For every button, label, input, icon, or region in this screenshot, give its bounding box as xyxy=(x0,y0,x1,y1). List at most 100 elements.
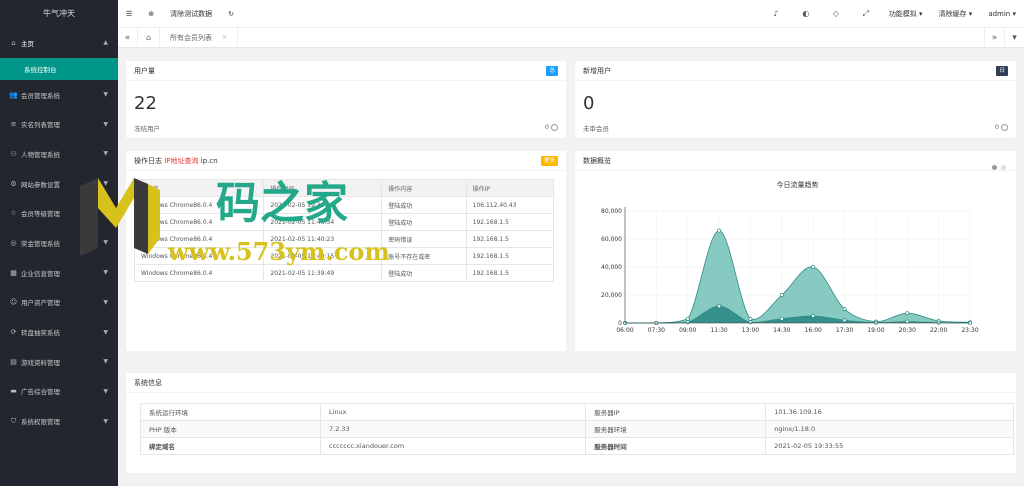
data-point xyxy=(685,320,690,325)
sidebar-item-8[interactable]: ⟳ 转盘抽奖系统 ▼ xyxy=(0,317,118,347)
table-row: PHP 版本 7.2.33 服务器环境 nginx/1.18.0 xyxy=(140,420,1014,438)
tag-icon[interactable]: ◇ xyxy=(821,9,851,18)
dot-active[interactable] xyxy=(991,165,997,170)
home-icon: ⌂ xyxy=(145,33,152,42)
tab-home[interactable]: ⌂ xyxy=(138,27,160,48)
pending-members-value-wrap: 0 xyxy=(995,123,1008,133)
doc-icon: ▤ xyxy=(10,357,17,366)
data-point xyxy=(717,228,722,233)
users-card-header: 用户量 总 xyxy=(126,61,566,81)
more-button[interactable]: 更多 xyxy=(540,156,558,166)
sidebar-item-label: 会员管理系统 xyxy=(21,91,60,100)
card-title: 用户量 xyxy=(134,67,155,75)
x-tick-label: 22:00 xyxy=(930,327,947,334)
watermark-logo: 码之家 www.573ym.com xyxy=(80,178,390,266)
tab-scroll-right-button[interactable]: » xyxy=(984,27,1004,48)
user-count: 22 xyxy=(134,93,157,114)
sidebar-item-7[interactable]: ☺ 用户资产管理 ▼ xyxy=(0,288,118,318)
fullscreen-icon[interactable]: ⤢ xyxy=(851,9,881,19)
data-overview-card: 数据概览 今日流量趋势 0 20,000 40,000 60,000 80,000 06:0… xyxy=(575,151,1016,351)
info-label: 绑定域名 xyxy=(140,437,321,455)
coin-icon: ◎ xyxy=(10,238,17,247)
table-cell: 192.168.1.5 xyxy=(465,247,555,265)
sidebar-item-0[interactable]: 👥 会员管理系统 ▼ xyxy=(0,80,118,110)
chevron-down-icon: ▼ xyxy=(103,91,108,99)
chart-title: 今日流量趋势 xyxy=(777,180,819,189)
x-tick-label: 17:30 xyxy=(836,327,853,334)
theme-icon[interactable]: ◐ xyxy=(791,9,821,18)
data-point xyxy=(905,311,910,316)
sidebar-item-console[interactable]: 系统控制台 xyxy=(0,57,118,80)
caret-down-icon: ▾ xyxy=(968,9,973,18)
info-label: PHP 版本 xyxy=(140,420,321,438)
sysinfo-card-header: 系统信息 xyxy=(126,373,1016,393)
user-icon: ☺ xyxy=(9,298,18,307)
sysinfo-table: 系统运行环境 Linux 服务器IP 101.36.109.16 PHP 版本 7.2.3… xyxy=(140,403,1014,455)
frozen-users-value-wrap: 0 xyxy=(545,123,558,133)
sidebar-item-9[interactable]: ▤ 游戏资料管理 ▼ xyxy=(0,347,118,377)
data-point xyxy=(685,316,690,321)
sidebar-item-1[interactable]: ≡ 实名列表管理 ▼ xyxy=(0,109,118,139)
y-tick-label: 60,000 xyxy=(601,236,622,243)
data-point xyxy=(811,314,816,318)
table-cell: 192.168.1.5 xyxy=(465,213,555,231)
chevron-down-icon: ▼ xyxy=(103,150,108,158)
pending-members-label: 未审会员 xyxy=(583,125,609,133)
table-row: 系统运行环境 Linux 服务器IP 101.36.109.16 xyxy=(140,403,1014,421)
ip-lookup-link[interactable]: IP地址查询 xyxy=(164,157,198,165)
gear-icon: ⚙ xyxy=(10,179,17,188)
globe-icon: ⊕ xyxy=(148,9,155,18)
menu-toggle-button[interactable]: ☰ xyxy=(118,0,140,28)
sidebar-item-10[interactable]: ▬ 广告综合管理 ▼ xyxy=(0,377,118,407)
tab-member-list[interactable]: 所有会员列表 ✕ xyxy=(160,27,239,48)
table-row: 绑定域名 ccccccc.xiandouer.com 服务器时间 2021-02-05… xyxy=(140,437,1014,455)
clear-cache-label: 清除缓存 xyxy=(938,9,967,18)
y-tick-label: 40,000 xyxy=(601,264,622,271)
log-column-header: 操作IP xyxy=(465,179,555,197)
card-title: 操作日志 xyxy=(134,157,162,165)
tab-scroll-left-button[interactable]: « xyxy=(118,27,138,48)
info-label: 系统运行环境 xyxy=(140,403,321,421)
pending-members-value: 0 xyxy=(994,123,999,131)
card-title: 新增用户 xyxy=(583,67,611,75)
sidebar-item-label: 实名列表管理 xyxy=(21,121,60,130)
sidebar-item-label: 人物管理系统 xyxy=(21,150,60,159)
info-value: Linux xyxy=(319,403,587,421)
chevron-down-icon: ▼ xyxy=(103,358,108,366)
clear-cache-dropdown[interactable]: 清除缓存 ▾ xyxy=(931,0,981,28)
carousel-dots[interactable] xyxy=(991,158,1006,178)
tab-menu-button[interactable]: ▾ xyxy=(1004,27,1024,48)
x-tick-label: 06:00 xyxy=(616,327,633,334)
website-button[interactable]: ⊕ xyxy=(140,0,162,28)
info-value: 2021-02-05 19:33:55 xyxy=(765,437,1014,455)
total-badge: 总 xyxy=(546,66,558,76)
chevron-down-icon: ▼ xyxy=(103,417,108,425)
refresh-icon: ⟳ xyxy=(10,328,17,337)
dot-inactive[interactable] xyxy=(1001,165,1006,170)
sidebar-item-11[interactable]: ⛉ 系统权限管理 ▼ xyxy=(0,406,118,436)
close-icon[interactable]: ✕ xyxy=(222,34,227,41)
card-title: 系统信息 xyxy=(134,379,162,387)
x-tick-label: 19:00 xyxy=(867,327,884,334)
star-icon: ☆ xyxy=(10,209,17,218)
x-tick-label: 07:30 xyxy=(648,327,665,334)
clear-test-data-button[interactable]: 清除测试数据 xyxy=(162,0,220,28)
data-point xyxy=(842,307,847,311)
traffic-chart: 今日流量趋势 0 20,000 40,000 60,000 80,000 06:00 07:3… xyxy=(601,180,979,334)
x-tick-label: 20:30 xyxy=(899,327,916,334)
table-cell: 106.112.40.43 xyxy=(465,196,555,214)
user-dropdown[interactable]: admin ▾ xyxy=(980,0,1024,28)
person-icon: ⚇ xyxy=(10,149,17,158)
sidebar-item-home[interactable]: ⌂ 主页 ▲ xyxy=(0,28,118,58)
func-mode-dropdown[interactable]: 功能模拟 ▾ xyxy=(881,0,931,28)
frozen-users-label: 冻结用户 xyxy=(134,125,160,133)
chevron-down-icon: ▼ xyxy=(103,269,108,277)
info-value: 7.2.33 xyxy=(319,420,587,438)
sidebar-item-2[interactable]: ⚇ 人物管理系统 ▼ xyxy=(0,139,118,169)
refresh-button[interactable]: ↻ xyxy=(220,0,242,28)
users-icon: 👥 xyxy=(9,90,18,99)
data-point xyxy=(842,318,847,323)
bell-icon[interactable]: ♪ xyxy=(761,9,791,18)
chevron-down-icon: ▼ xyxy=(103,298,108,306)
home-icon: ⌂ xyxy=(11,38,16,47)
